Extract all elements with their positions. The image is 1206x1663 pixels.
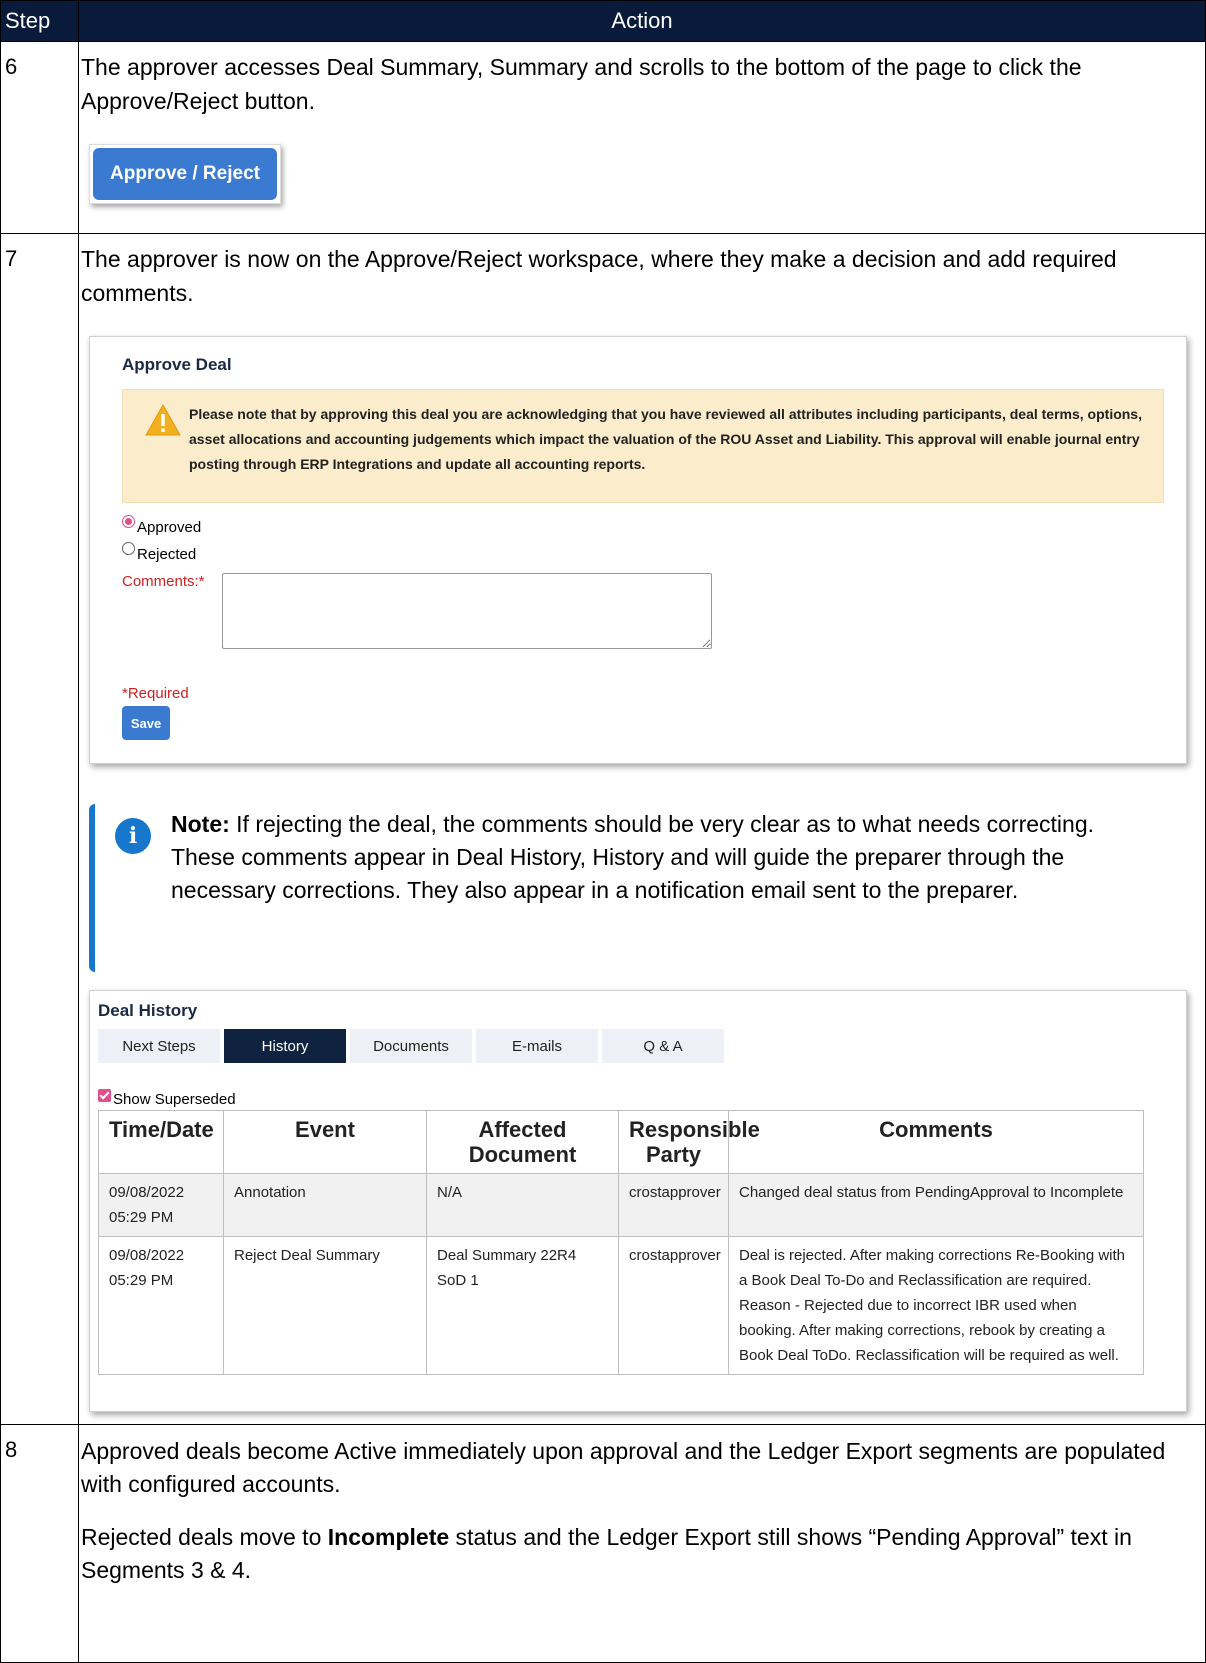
table-row: 09/08/2022 05:29 PM Annotation N/A crost… <box>98 1173 1144 1237</box>
step-description: The approver is now on the Approve/Rejec… <box>81 246 1117 306</box>
step-column-header: Step <box>0 0 79 42</box>
warning-banner: Please note that by approving this deal … <box>122 389 1164 503</box>
warning-text: Please note that by approving this deal … <box>189 406 1142 472</box>
note-callout: i Note: If rejecting the deal, the comme… <box>89 804 1161 972</box>
cell-event: Reject Deal Summary <box>223 1236 427 1375</box>
radio-rejected[interactable]: Rejected <box>122 542 1164 563</box>
comments-input[interactable] <box>222 573 712 649</box>
show-superseded-label: Show Superseded <box>113 1091 236 1108</box>
tab-q-and-a[interactable]: Q & A <box>602 1029 724 1063</box>
approve-reject-button[interactable]: Approve / Reject <box>93 148 277 200</box>
step-number: 7 <box>0 233 79 1425</box>
deal-history-panel: Deal History Next Steps History Document… <box>89 990 1187 1412</box>
comments-row: Comments:* <box>122 573 1164 649</box>
required-note: *Required <box>122 685 189 702</box>
panel-title: Approve Deal <box>122 355 232 374</box>
history-header-row: Time/Date Event Affected Document Respon… <box>98 1110 1144 1174</box>
approve-deal-panel: Approve Deal Please note that by approvi… <box>89 336 1187 764</box>
step8-text-rejected: Rejected deals move to Incomplete status… <box>81 1521 1201 1587</box>
step-description: The approver accesses Deal Summary, Summ… <box>81 54 1082 114</box>
step8-text-prefix: Rejected deals move to <box>81 1524 328 1550</box>
note-body: If rejecting the deal, the comments shou… <box>171 811 1095 903</box>
column-header-event: Event <box>223 1110 427 1174</box>
radio-approved[interactable]: Approved <box>122 515 1164 536</box>
tab-history[interactable]: History <box>224 1029 346 1063</box>
comments-label: Comments:* <box>122 573 205 590</box>
procedure-table: Step Action 6 The approver accesses Deal… <box>0 0 1206 1663</box>
column-header-time: Time/Date <box>98 1110 224 1174</box>
cell-time: 09/08/2022 05:29 PM <box>98 1236 224 1375</box>
table-header-row: Step Action <box>0 0 1206 42</box>
note-text: Note: If rejecting the deal, the comment… <box>171 808 1161 907</box>
show-superseded-checkbox[interactable] <box>98 1089 111 1102</box>
step8-text-approved: Approved deals become Active immediately… <box>81 1438 1166 1497</box>
step-action-cell: The approver accesses Deal Summary, Summ… <box>78 41 1206 234</box>
info-icon: i <box>115 818 151 854</box>
cell-comments: Changed deal status from PendingApproval… <box>728 1173 1144 1237</box>
step-number: 6 <box>0 41 79 234</box>
save-button[interactable]: Save <box>122 706 170 740</box>
approve-reject-button-screenshot: Approve / Reject <box>89 144 281 204</box>
step-number: 8 <box>0 1424 79 1663</box>
cell-party: crostapprover <box>618 1236 729 1375</box>
note-accent-bar <box>89 804 95 972</box>
step-row-6: 6 The approver accesses Deal Summary, Su… <box>0 41 1206 234</box>
radio-rejected-button[interactable] <box>122 542 135 555</box>
history-table: Time/Date Event Affected Document Respon… <box>98 1110 1144 1375</box>
step-action-cell: The approver is now on the Approve/Rejec… <box>78 233 1206 1425</box>
column-header-document: Affected Document <box>426 1110 619 1174</box>
step-row-8: 8 Approved deals become Active immediate… <box>0 1424 1206 1663</box>
step-action-cell: Approved deals become Active immediately… <box>78 1424 1206 1663</box>
show-superseded-row[interactable]: Show Superseded <box>98 1089 1172 1108</box>
deal-history-title: Deal History <box>98 1001 198 1020</box>
cell-time: 09/08/2022 05:29 PM <box>98 1173 224 1237</box>
status-incomplete: Incomplete <box>327 1524 450 1550</box>
tab-next-steps[interactable]: Next Steps <box>98 1029 220 1063</box>
cell-document: N/A <box>426 1173 619 1237</box>
cell-document: Deal Summary 22R4 SoD 1 <box>426 1236 619 1375</box>
tab-emails[interactable]: E-mails <box>476 1029 598 1063</box>
radio-approved-button[interactable] <box>122 515 135 528</box>
radio-rejected-label: Rejected <box>137 546 197 563</box>
cell-party: crostapprover <box>618 1173 729 1237</box>
action-column-header: Action <box>78 0 1206 42</box>
column-header-party: Responsible Party <box>618 1110 760 1174</box>
radio-approved-label: Approved <box>137 519 202 536</box>
warning-icon <box>145 404 181 436</box>
tab-documents[interactable]: Documents <box>350 1029 472 1063</box>
step-row-7: 7 The approver is now on the Approve/Rej… <box>0 233 1206 1425</box>
cell-comments: Deal is rejected. After making correctio… <box>728 1236 1144 1375</box>
table-row: 09/08/2022 05:29 PM Reject Deal Summary … <box>98 1236 1144 1375</box>
history-tabs: Next Steps History Documents E-mails Q &… <box>98 1029 1172 1063</box>
cell-event: Annotation <box>223 1173 427 1237</box>
note-lead: Note: <box>171 811 230 837</box>
column-header-comments: Comments <box>728 1110 1144 1174</box>
